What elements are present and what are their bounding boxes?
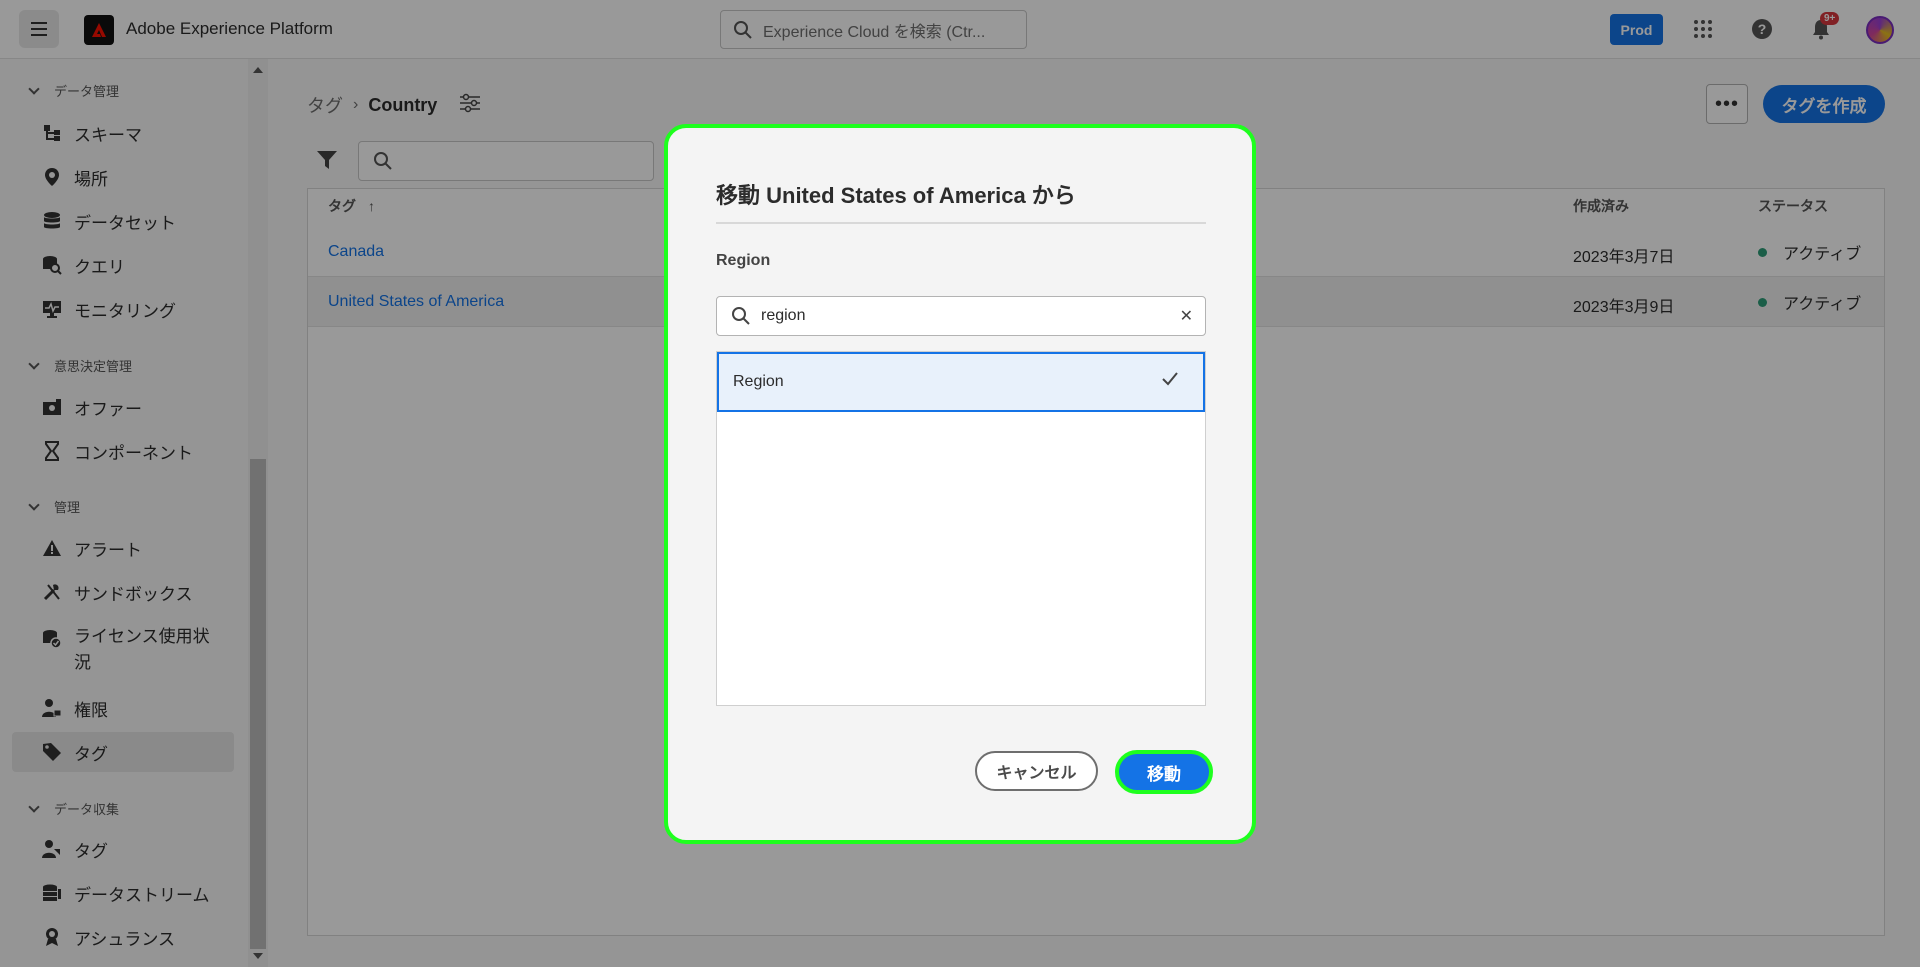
cancel-button[interactable]: キャンセル xyxy=(975,751,1098,791)
checkmark-icon xyxy=(1161,371,1179,392)
move-button[interactable]: 移動 xyxy=(1115,750,1213,794)
list-item-region[interactable]: Region xyxy=(717,352,1205,412)
clear-icon[interactable]: ✕ xyxy=(1180,306,1193,326)
search-value: region xyxy=(761,307,806,324)
search-icon xyxy=(732,307,750,325)
move-tag-dialog: 移動 United States of America から Region re… xyxy=(664,124,1256,844)
category-label: Region xyxy=(716,252,771,269)
category-list: Region xyxy=(716,351,1206,706)
dialog-divider xyxy=(716,222,1206,224)
category-search-input[interactable]: region ✕ xyxy=(716,296,1206,336)
dialog-title: 移動 United States of America から xyxy=(716,183,1076,208)
